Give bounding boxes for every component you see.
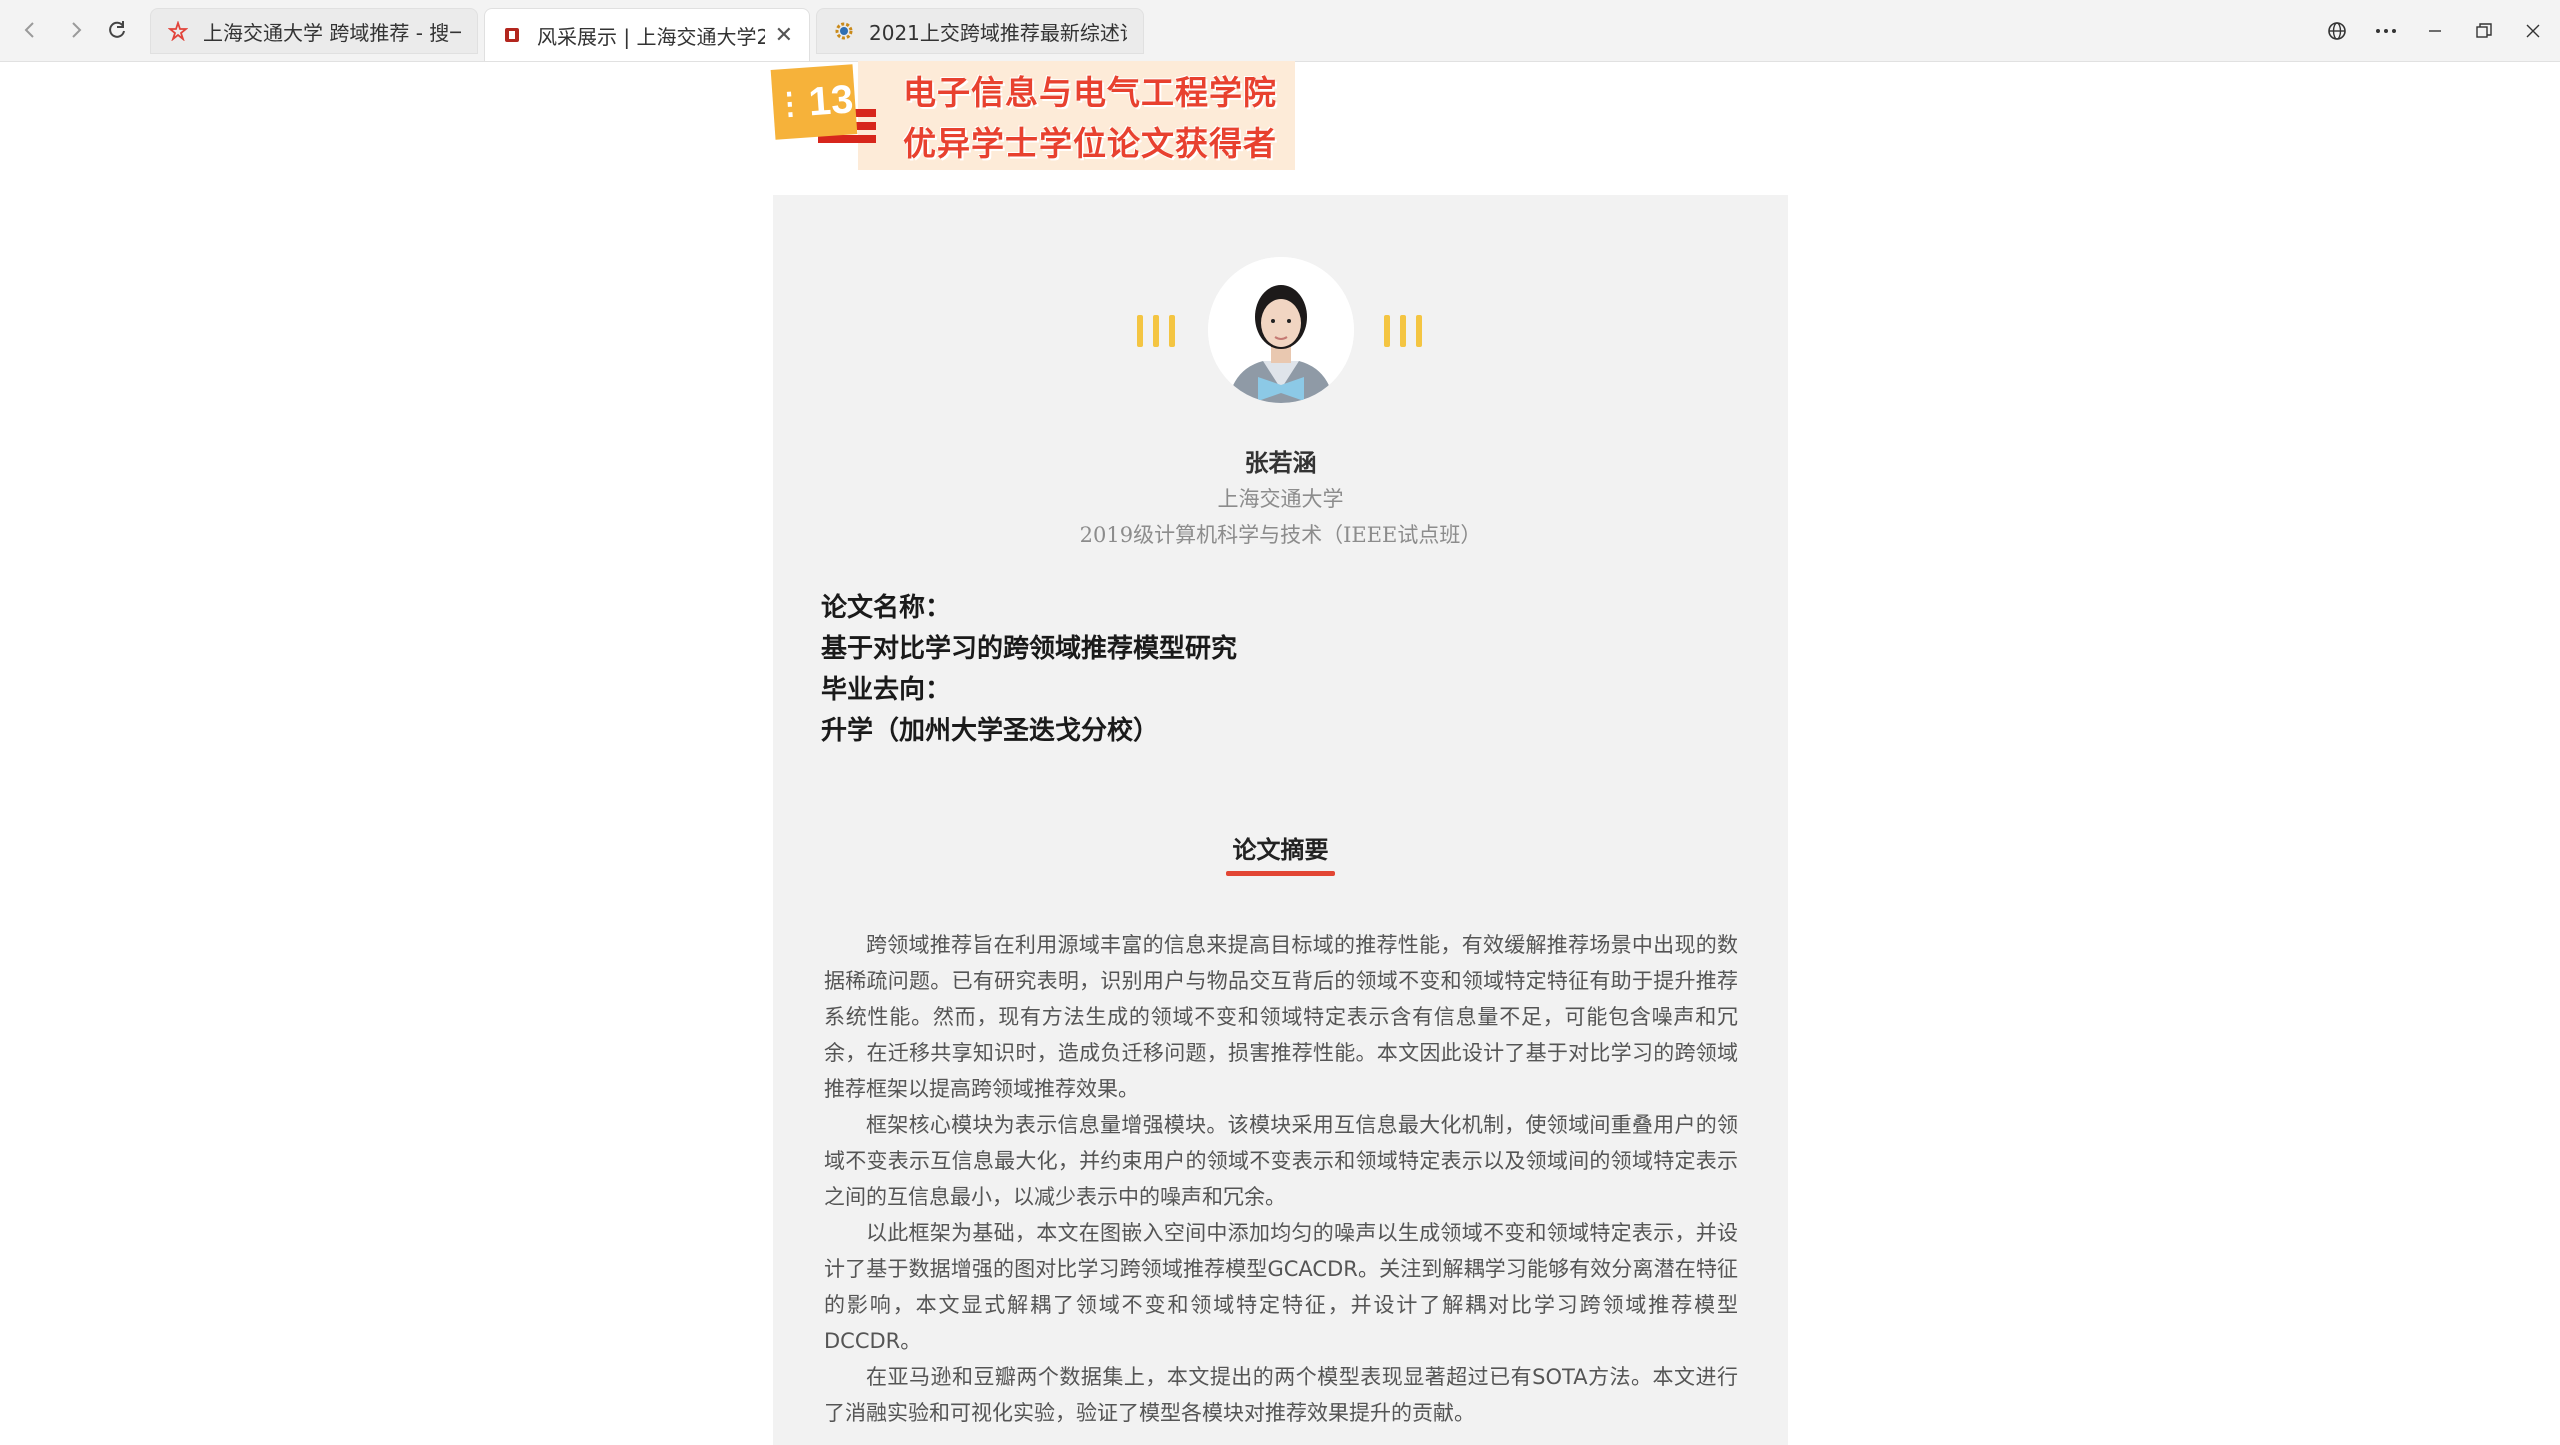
major: 2019级计算机科学与技术（IEEE试点班） xyxy=(1079,523,1482,547)
avatar xyxy=(1208,257,1354,403)
globe-icon[interactable] xyxy=(2320,14,2354,48)
sogou-search-icon xyxy=(167,20,189,42)
thesis-title: 基于对比学习的跨领域推荐模型研究 xyxy=(821,634,1238,664)
abstract-heading: 论文摘要 xyxy=(1232,836,1329,864)
reload-button[interactable] xyxy=(101,14,133,46)
award-number: 13 xyxy=(807,76,855,124)
tab-active-page[interactable]: 风采展示 | 上海交通大学2023 ✕ xyxy=(484,8,810,61)
abstract-paragraph: 在亚马逊和豆瓣两个数据集上，本文提出的两个模型表现显著超过已有SOTA方法。本文… xyxy=(824,1365,1738,1425)
dots-icon: ⋮ xyxy=(773,86,806,122)
abstract-paragraph: 框架核心模块为表示信息量增强模块。该模块采用互信息最大化机制，使领域间重叠用户的… xyxy=(824,1113,1738,1209)
reload-icon xyxy=(109,21,125,38)
forward-button[interactable] xyxy=(60,14,92,46)
heading-underline xyxy=(1226,871,1335,876)
school-name: 上海交通大学 xyxy=(1217,487,1344,511)
abstract-body: 跨领域推荐旨在利用源域丰富的信息来提高目标域的推荐性能，有效缓解推荐场景中出现的… xyxy=(824,927,1738,1431)
decorative-bars-right xyxy=(1384,315,1422,347)
award-banner: ⋮ 13 电子信息与电气工程学院 优异学士学位论文获得者 xyxy=(770,61,1295,170)
tab-search[interactable]: 上海交通大学 跨域推荐 - 搜一搜 xyxy=(150,8,478,54)
restore-icon[interactable] xyxy=(2467,14,2501,48)
banner-line-2: 优异学士学位论文获得者 xyxy=(903,124,1277,163)
student-name: 张若涵 xyxy=(1244,449,1317,477)
thesis-info: 论文名称： 基于对比学习的跨领域推荐模型研究 毕业去向： 升学（加州大学圣迭戈分… xyxy=(821,588,1741,752)
close-window-icon[interactable] xyxy=(2516,14,2550,48)
chevron-left-icon xyxy=(24,22,34,38)
destination: 升学（加州大学圣迭戈分校） xyxy=(821,716,1160,746)
sjtu-logo-icon xyxy=(501,24,523,46)
browser-toolbar: 上海交通大学 跨域推荐 - 搜一搜 风采展示 | 上海交通大学2023 ✕ 20… xyxy=(0,0,2560,62)
decorative-bars-left xyxy=(1137,315,1175,347)
banner-line-1: 电子信息与电气工程学院 xyxy=(903,73,1277,112)
minimize-icon[interactable] xyxy=(2418,14,2452,48)
gear-favicon-icon xyxy=(833,20,855,42)
abstract-paragraph: 以此框架为基础，本文在图嵌入空间中添加均匀的噪声以生成领域不变和领域特定表示，并… xyxy=(824,1221,1738,1353)
destination-label: 毕业去向： xyxy=(821,675,952,705)
award-number-badge: ⋮ 13 xyxy=(770,64,858,140)
portrait-photo xyxy=(1208,257,1354,403)
abstract-paragraph: 跨领域推荐旨在利用源域丰富的信息来提高目标域的推荐性能，有效缓解推荐场景中出现的… xyxy=(824,933,1738,1101)
tab-title: 上海交通大学 跨域推荐 - 搜一搜 xyxy=(203,20,461,45)
chevron-right-icon xyxy=(72,22,82,38)
profile-card: 张若涵 上海交通大学 2019级计算机科学与技术（IEEE试点班） 论文名称： … xyxy=(773,195,1788,1445)
thesis-title-label: 论文名称： xyxy=(821,593,952,623)
tab-title: 2021上交跨域推荐最新综述论文 xyxy=(869,20,1127,45)
close-tab-icon[interactable]: ✕ xyxy=(775,23,793,48)
back-button[interactable] xyxy=(14,14,46,46)
tab-survey[interactable]: 2021上交跨域推荐最新综述论文 xyxy=(816,8,1144,54)
more-menu-icon[interactable] xyxy=(2369,14,2403,48)
tab-title: 风采展示 | 上海交通大学2023 xyxy=(537,24,765,49)
